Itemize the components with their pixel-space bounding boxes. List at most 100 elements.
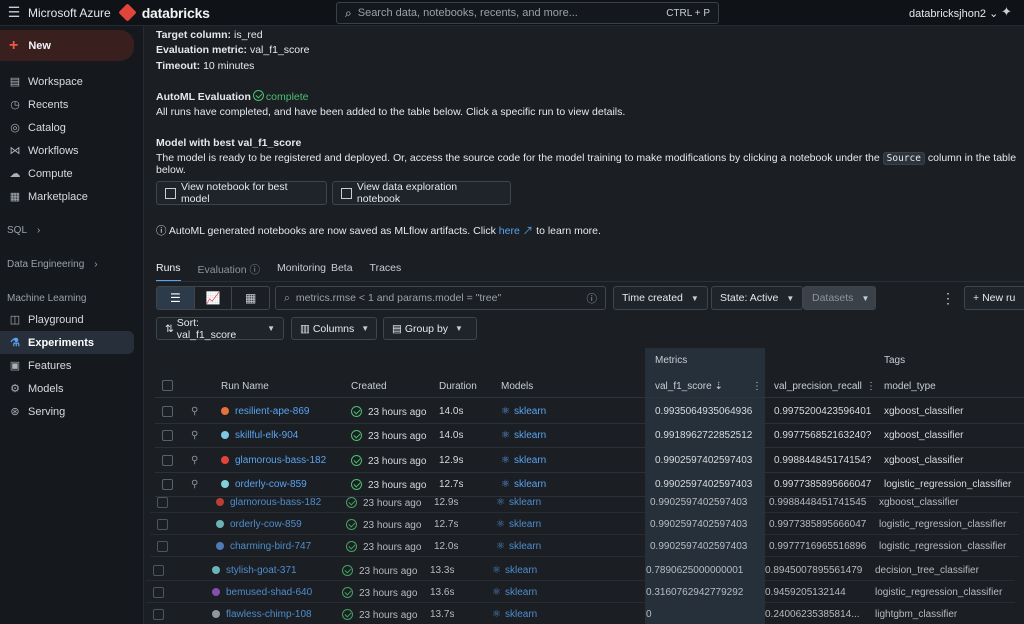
pin-icon[interactable]: ⚲ <box>191 479 198 490</box>
sidebar-item-catalog[interactable]: ◎ Catalog <box>0 116 143 139</box>
sidebar-item-marketplace[interactable]: ▦ Marketplace <box>0 185 143 208</box>
user-menu[interactable]: databricksjhon2 ⌄ <box>909 7 998 20</box>
table-row[interactable]: ⚲ glamorous-bass-182 23 hours ago 12.9s skle… <box>155 449 1024 473</box>
columns-dropdown[interactable]: ▥ Columns ▼ <box>291 317 377 340</box>
sidebar-item-experiments[interactable]: ⚗ Experiments <box>0 331 134 354</box>
datasets-dropdown[interactable]: Datasets ▼ <box>803 286 876 310</box>
col-created[interactable]: Created <box>351 381 387 392</box>
state-dropdown[interactable]: State: Active ▼ <box>711 286 804 310</box>
run-name-cell[interactable]: stylish-goat-371 <box>212 565 297 576</box>
sidebar-item-playground[interactable]: ◫ Playground <box>0 308 143 331</box>
model-link[interactable]: sklearn <box>501 455 546 466</box>
run-name-link[interactable]: orderly-cow-859 <box>235 479 307 490</box>
table-row[interactable]: glamorous-bass-182 23 hours ago 12.9s sklea… <box>150 491 1019 513</box>
model-link[interactable]: sklearn <box>492 609 537 620</box>
row-checkbox[interactable] <box>153 587 164 598</box>
table-view-icon[interactable]: ▦ <box>232 287 269 309</box>
table-row[interactable]: charming-bird-747 23 hours ago 12.0s sklear… <box>150 535 1019 557</box>
sidebar-item-features[interactable]: ▣ Features <box>0 354 143 377</box>
run-name-cell[interactable]: charming-bird-747 <box>216 541 311 552</box>
table-row[interactable]: stylish-goat-371 23 hours ago 13.3s sklearn… <box>146 559 1015 581</box>
tab-runs[interactable]: Runs <box>156 262 181 282</box>
run-name-cell[interactable]: orderly-cow-859 <box>216 519 302 530</box>
col-duration[interactable]: Duration <box>439 381 477 392</box>
time-created-dropdown[interactable]: Time created ▼ <box>613 286 708 310</box>
sidebar-section-data-engineering[interactable]: Data Engineering › <box>0 254 143 274</box>
run-name-link[interactable]: glamorous-bass-182 <box>230 497 321 508</box>
run-name-link[interactable]: resilient-ape-869 <box>235 406 310 417</box>
select-all-checkbox[interactable] <box>162 380 173 391</box>
tab-evaluation[interactable]: Evaluation ⓘ <box>198 262 260 282</box>
sidebar-item-workflows[interactable]: ⋈ Workflows <box>0 139 143 162</box>
model-link[interactable]: sklearn <box>501 430 546 441</box>
run-name-link[interactable]: skillful-elk-904 <box>235 430 298 441</box>
run-name-link[interactable]: orderly-cow-859 <box>230 519 302 530</box>
col-val-f1-score[interactable]: val_f1_score ⇣ <box>655 381 723 392</box>
run-name-cell[interactable]: skillful-elk-904 <box>221 430 298 441</box>
run-name-link[interactable]: bemused-shad-640 <box>226 587 312 598</box>
assistant-icon[interactable]: ✦ <box>1001 4 1012 20</box>
row-checkbox[interactable] <box>153 565 164 576</box>
sidebar-section-sql[interactable]: SQL › <box>0 220 143 240</box>
pin-icon[interactable]: ⚲ <box>191 430 198 441</box>
runs-filter-input[interactable]: ⌕ metrics.rmse < 1 and params.model = "t… <box>275 286 606 310</box>
run-name-link[interactable]: glamorous-bass-182 <box>235 455 326 466</box>
table-row[interactable]: bemused-shad-640 23 hours ago 13.6s sklearn… <box>146 581 1015 603</box>
table-row[interactable]: ⚲ resilient-ape-869 23 hours ago 14.0s sklea… <box>155 400 1024 424</box>
row-checkbox[interactable] <box>157 497 168 508</box>
row-checkbox[interactable] <box>153 609 164 620</box>
row-checkbox[interactable] <box>157 519 168 530</box>
model-link[interactable]: sklearn <box>496 497 541 508</box>
view-exploration-notebook-button[interactable]: View data exploration notebook <box>332 181 511 205</box>
run-name-link[interactable]: charming-bird-747 <box>230 541 311 552</box>
model-link[interactable]: sklearn <box>496 541 541 552</box>
run-name-cell[interactable]: resilient-ape-869 <box>221 406 310 417</box>
run-name-cell[interactable]: flawless-chimp-108 <box>212 609 312 620</box>
tab-traces[interactable]: Traces <box>370 262 402 282</box>
here-link[interactable]: here <box>499 225 520 237</box>
pin-icon[interactable]: ⚲ <box>191 455 198 466</box>
model-link[interactable]: sklearn <box>501 479 546 490</box>
model-link[interactable]: sklearn <box>492 565 537 576</box>
chart-view-icon[interactable]: 📈 <box>195 287 233 309</box>
row-checkbox[interactable] <box>157 541 168 552</box>
menu-icon[interactable]: ☰ <box>0 4 28 21</box>
col-run-name[interactable]: Run Name <box>221 381 269 392</box>
sidebar-item-models[interactable]: ⚙ Models <box>0 377 143 400</box>
run-name-cell[interactable]: orderly-cow-859 <box>221 479 307 490</box>
row-checkbox[interactable] <box>162 430 173 441</box>
table-row[interactable]: flawless-chimp-108 23 hours ago 13.7s sklea… <box>146 603 1015 624</box>
run-name-cell[interactable]: bemused-shad-640 <box>212 587 312 598</box>
row-checkbox[interactable] <box>162 455 173 466</box>
col-menu-icon[interactable]: ⋮ <box>752 381 762 392</box>
new-button[interactable]: + New <box>0 30 134 61</box>
list-view-icon[interactable]: ☰ <box>157 287 195 309</box>
tab-monitoring[interactable]: Monitoring Beta <box>277 262 353 282</box>
global-search[interactable]: ⌕ Search data, notebooks, recents, and m… <box>336 2 719 24</box>
col-model-type[interactable]: model_type <box>884 381 936 392</box>
databricks-wordmark[interactable]: databricks <box>142 5 210 21</box>
sidebar-item-workspace[interactable]: ▤ Workspace <box>0 70 143 93</box>
row-checkbox[interactable] <box>162 479 173 490</box>
table-row[interactable]: orderly-cow-859 23 hours ago 12.7s sklearn 0… <box>150 513 1019 535</box>
run-name-link[interactable]: flawless-chimp-108 <box>226 609 312 620</box>
more-options-icon[interactable]: ⋮ <box>941 290 955 307</box>
col-menu-icon[interactable]: ⋮ <box>866 381 876 392</box>
group-by-dropdown[interactable]: ▤ Group by ▼ <box>383 317 477 340</box>
pin-icon[interactable]: ⚲ <box>191 406 198 417</box>
row-checkbox[interactable] <box>162 406 173 417</box>
model-link[interactable]: sklearn <box>492 587 537 598</box>
run-name-cell[interactable]: glamorous-bass-182 <box>221 455 326 466</box>
run-name-link[interactable]: stylish-goat-371 <box>226 565 297 576</box>
view-best-notebook-button[interactable]: View notebook for best model <box>156 181 327 205</box>
run-name-cell[interactable]: glamorous-bass-182 <box>216 497 321 508</box>
sidebar-item-serving[interactable]: ⊛ Serving <box>0 400 143 423</box>
col-val-precision-recall[interactable]: val_precision_recall <box>774 381 862 392</box>
table-row[interactable]: ⚲ skillful-elk-904 23 hours ago 14.0s sklear… <box>155 424 1024 448</box>
sidebar-item-recents[interactable]: ◷ Recents <box>0 93 143 116</box>
model-link[interactable]: sklearn <box>501 406 546 417</box>
model-link[interactable]: sklearn <box>496 519 541 530</box>
sort-dropdown[interactable]: ⇅ Sort: val_f1_score ▼ <box>156 317 284 341</box>
sidebar-item-compute[interactable]: ☁ Compute <box>0 162 143 185</box>
col-models[interactable]: Models <box>501 381 533 392</box>
